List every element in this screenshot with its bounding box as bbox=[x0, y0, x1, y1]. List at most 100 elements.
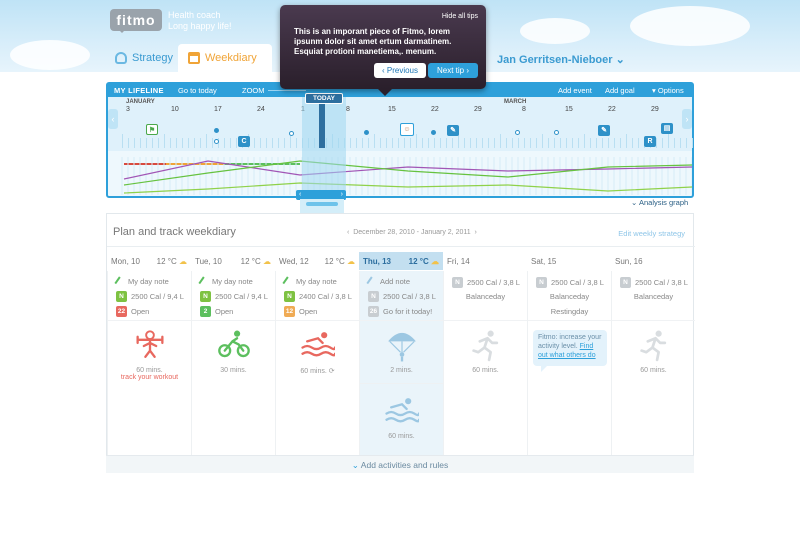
event-marker-icon[interactable]: R bbox=[644, 136, 656, 147]
day-header[interactable]: Tue, 10 12 °C ☁ bbox=[191, 252, 275, 270]
hide-all-tips-link[interactable]: Hide all tips bbox=[442, 13, 478, 20]
day-note[interactable]: My day note bbox=[282, 275, 337, 288]
date-range-nav[interactable]: ‹ December 28, 2010 - January 2, 2011 › bbox=[347, 229, 477, 236]
chat-marker-icon[interactable]: ✎ bbox=[447, 125, 459, 136]
event-dot[interactable] bbox=[515, 130, 520, 135]
timeline-ruler[interactable]: JANUARY MARCH 3 10 17 24 1 8 15 22 29 8 … bbox=[108, 97, 693, 165]
day-header[interactable]: Wed, 12 12 °C ☁ bbox=[275, 252, 359, 270]
day-header[interactable]: Mon, 10 12 °C ☁ bbox=[107, 252, 191, 270]
event-marker-icon[interactable]: C bbox=[238, 136, 250, 147]
track-workout-link[interactable]: track your workout bbox=[108, 374, 191, 381]
nutrition-value: 2500 Cal / 3,8 L bbox=[551, 278, 604, 287]
refresh-icon[interactable]: ⟳ bbox=[329, 368, 335, 375]
timeline-tick bbox=[692, 138, 693, 148]
go-to-today-link[interactable]: Go to today bbox=[178, 86, 217, 95]
day-header[interactable]: Fri, 14 bbox=[443, 252, 527, 270]
activity-card[interactable]: 2 mins. bbox=[360, 329, 443, 374]
day-note[interactable]: My day note bbox=[198, 275, 253, 288]
timeline-tick bbox=[494, 138, 495, 148]
timeline-scrubber[interactable] bbox=[300, 199, 344, 213]
note-marker-icon[interactable]: ▤ bbox=[661, 123, 673, 134]
activity-card[interactable]: 60 mins. bbox=[612, 329, 695, 374]
timeline-next-arrow-icon[interactable]: › bbox=[682, 109, 692, 129]
temperature: 12 °C bbox=[324, 256, 345, 266]
pencil-icon bbox=[198, 275, 210, 288]
status-label: Open bbox=[131, 307, 150, 316]
timeline-prev-arrow-icon[interactable]: ‹ bbox=[108, 109, 118, 129]
day-label: 8 bbox=[346, 106, 350, 113]
timeline-tick bbox=[590, 138, 591, 148]
options-button[interactable]: ▾ Options bbox=[652, 86, 684, 95]
user-menu[interactable]: Jan Gerritsen-Nieboer ⌄ bbox=[497, 53, 625, 66]
day-header[interactable]: Thu, 13 12 °C ☁ bbox=[359, 252, 443, 270]
day-name: Mon, 10 bbox=[111, 256, 140, 266]
day-column: N 2500 Cal / 3,8 L Balanceday 60 mins. bbox=[611, 271, 695, 463]
chevron-left-icon[interactable]: ‹ bbox=[347, 229, 349, 236]
activity-duration: 2 mins. bbox=[390, 367, 413, 374]
nutrition-row: N 2500 Cal / 3,8 L bbox=[536, 277, 604, 288]
strategy-icon bbox=[115, 52, 127, 64]
nutrition-value: 2500 Cal / 3,8 L bbox=[635, 278, 688, 287]
analysis-graph-chart bbox=[121, 157, 692, 195]
timeline-tick bbox=[422, 138, 423, 148]
day-note-label: My day note bbox=[212, 277, 253, 286]
tab-strategy[interactable]: Strategy bbox=[105, 44, 183, 72]
activity-card[interactable]: 60 mins. bbox=[360, 395, 443, 440]
day-note[interactable]: Add note bbox=[366, 275, 410, 288]
day-type-label: Restingday bbox=[550, 307, 589, 316]
cloud-decoration bbox=[630, 6, 750, 46]
add-activities-button[interactable]: ⌄ Add activities and rules bbox=[106, 455, 694, 473]
timeline-tick bbox=[356, 138, 357, 148]
activity-card[interactable]: 30 mins. bbox=[192, 329, 275, 374]
chat-marker-icon[interactable]: ✎ bbox=[598, 125, 610, 136]
today-marker bbox=[319, 104, 325, 148]
timeline-tick bbox=[638, 138, 639, 148]
timeline-tick bbox=[140, 138, 141, 148]
event-dot[interactable] bbox=[289, 131, 294, 136]
day-header[interactable]: Sun, 16 bbox=[611, 252, 695, 270]
weather: 12 °C ☁ bbox=[325, 257, 355, 266]
nutrition-row: N 2500 Cal / 3,8 L bbox=[620, 277, 688, 288]
activity-card[interactable]: 60 mins. ⟳ bbox=[276, 329, 359, 375]
timeline-tick bbox=[620, 138, 621, 148]
event-dot[interactable] bbox=[214, 128, 219, 133]
timeline-tick bbox=[674, 138, 675, 148]
goal-flag-icon[interactable]: ⚑ bbox=[146, 124, 158, 135]
edit-weekly-strategy-link[interactable]: Edit weekly strategy bbox=[618, 229, 685, 238]
status-label: Open bbox=[299, 307, 318, 316]
timeline-tick bbox=[230, 138, 231, 148]
status-row: 22 Open bbox=[116, 306, 149, 317]
event-dot[interactable] bbox=[214, 139, 219, 144]
score-badge: 26 bbox=[368, 306, 379, 317]
parachute-icon bbox=[387, 332, 416, 362]
timeline-tick bbox=[128, 138, 129, 148]
analysis-graph-toggle[interactable]: ⌄ Analysis graph bbox=[631, 198, 688, 207]
day-header[interactable]: Sat, 15 bbox=[527, 252, 611, 270]
add-goal-button[interactable]: Add goal bbox=[605, 86, 635, 95]
timeline-tick bbox=[602, 138, 603, 148]
day-note[interactable]: My day note bbox=[114, 275, 169, 288]
timeline-tick bbox=[632, 138, 633, 148]
chevron-right-icon[interactable]: › bbox=[475, 229, 477, 236]
add-event-button[interactable]: Add event bbox=[558, 86, 592, 95]
nutrition-badge: N bbox=[452, 277, 463, 288]
timeline-tick bbox=[284, 138, 285, 148]
lifeline-title: MY LIFELINE bbox=[114, 86, 164, 95]
tab-weekdiary[interactable]: Weekdiary bbox=[178, 44, 272, 72]
divider bbox=[360, 320, 443, 321]
nutrition-value: 2500 Cal / 9,4 L bbox=[131, 292, 184, 301]
event-dot[interactable] bbox=[431, 130, 436, 135]
timeline-tick bbox=[398, 138, 399, 148]
fitmo-logo[interactable]: fitmo bbox=[110, 9, 162, 33]
previous-tip-button[interactable]: ‹ Previous bbox=[374, 63, 426, 78]
planner-title: Plan and track weekdiary bbox=[113, 226, 236, 238]
next-tip-button[interactable]: Next tip › bbox=[428, 63, 478, 78]
activity-card[interactable]: 60 mins. track your workout bbox=[108, 329, 191, 381]
event-dot[interactable] bbox=[364, 130, 369, 135]
zoom-slider[interactable] bbox=[268, 90, 306, 91]
status-label: Go for it today! bbox=[383, 307, 433, 316]
avatar-marker-icon[interactable]: ☺ bbox=[400, 123, 414, 136]
activity-card[interactable]: 60 mins. bbox=[444, 329, 527, 374]
month-label: MARCH bbox=[504, 99, 527, 105]
event-dot[interactable] bbox=[554, 130, 559, 135]
